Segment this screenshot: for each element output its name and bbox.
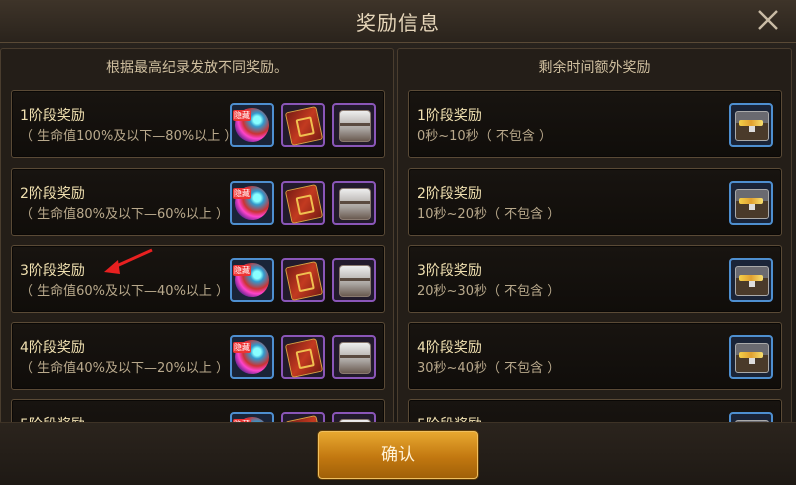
item-tag: 隐藏 <box>233 265 251 276</box>
row-time-range: 10秒~20秒（ 不包含 ） <box>417 207 561 222</box>
title-bar: 奖励信息 <box>0 0 796 43</box>
red-arrow-annotation <box>104 248 153 274</box>
row-time-range: 20秒~30秒（ 不包含 ） <box>417 284 561 299</box>
row-title: 4阶段奖励 <box>417 340 482 356</box>
row-title: 2阶段奖励 <box>20 186 85 202</box>
stage-reward-row: 3阶段奖励 （ 生命值60%及以下—40%以上 ） 隐藏 <box>11 245 385 313</box>
confirm-button[interactable]: 确认 <box>318 431 478 479</box>
row-title: 1阶段奖励 <box>20 108 85 124</box>
row-title: 3阶段奖励 <box>417 263 482 279</box>
item-tag: 隐藏 <box>233 188 251 199</box>
red-coffer-item-icon[interactable] <box>281 181 325 225</box>
time-bonus-row: 4阶段奖励 30秒~40秒（ 不包含 ） <box>408 322 782 390</box>
stage-reward-heading: 根据最高纪录发放不同奖励。 <box>106 60 288 76</box>
treasure-chest-item-icon[interactable] <box>729 335 773 379</box>
orb-item-icon[interactable]: 隐藏 <box>230 335 274 379</box>
time-bonus-row: 2阶段奖励 10秒~20秒（ 不包含 ） <box>408 168 782 236</box>
white-box-item-icon[interactable] <box>332 103 376 147</box>
white-box-item-icon[interactable] <box>332 181 376 225</box>
time-bonus-row: 1阶段奖励 0秒~10秒（ 不包含 ） <box>408 90 782 158</box>
time-bonus-heading: 剩余时间额外奖励 <box>538 60 651 76</box>
orb-item-icon[interactable]: 隐藏 <box>230 103 274 147</box>
stage-reward-row: 2阶段奖励 （ 生命值80%及以下—60%以上 ） 隐藏 <box>11 168 385 236</box>
red-coffer-item-icon[interactable] <box>281 103 325 147</box>
time-bonus-panel[interactable]: 剩余时间额外奖励 1阶段奖励 0秒~10秒（ 不包含 ） 2阶段奖励 10秒~2… <box>397 48 792 424</box>
row-title: 2阶段奖励 <box>417 186 482 202</box>
stage-reward-panel[interactable]: 根据最高纪录发放不同奖励。 1阶段奖励 （ 生命值100%及以下—80%以上 ）… <box>0 48 394 424</box>
orb-item-icon[interactable]: 隐藏 <box>230 258 274 302</box>
time-bonus-row: 3阶段奖励 20秒~30秒（ 不包含 ） <box>408 245 782 313</box>
orb-item-icon[interactable]: 隐藏 <box>230 181 274 225</box>
treasure-chest-item-icon[interactable] <box>729 181 773 225</box>
treasure-chest-item-icon[interactable] <box>729 258 773 302</box>
row-condition: （ 生命值60%及以下—40%以上 ） <box>20 284 230 299</box>
item-tag: 隐藏 <box>233 342 251 353</box>
item-tag: 隐藏 <box>233 110 251 121</box>
row-title: 4阶段奖励 <box>20 340 85 356</box>
red-coffer-item-icon[interactable] <box>281 335 325 379</box>
stage-reward-row: 5阶段奖励 隐藏 <box>11 399 385 423</box>
row-time-range: 30秒~40秒（ 不包含 ） <box>417 361 561 376</box>
row-time-range: 0秒~10秒（ 不包含 ） <box>417 129 552 144</box>
row-title: 3阶段奖励 <box>20 263 85 279</box>
row-condition: （ 生命值40%及以下—20%以上 ） <box>20 361 230 376</box>
close-icon[interactable] <box>754 6 782 34</box>
dialog-title: 奖励信息 <box>356 11 440 35</box>
row-condition: （ 生命值80%及以下—60%以上 ） <box>20 207 230 222</box>
reward-info-dialog: 奖励信息 根据最高纪录发放不同奖励。 1阶段奖励 （ 生命值100%及以下—80… <box>0 0 796 485</box>
stage-reward-row: 4阶段奖励 （ 生命值40%及以下—20%以上 ） 隐藏 <box>11 322 385 390</box>
treasure-chest-item-icon[interactable] <box>729 103 773 147</box>
time-bonus-row: 5阶段奖励 <box>408 399 782 423</box>
row-title: 1阶段奖励 <box>417 108 482 124</box>
row-condition: （ 生命值100%及以下—80%以上 ） <box>20 129 238 144</box>
stage-reward-row: 1阶段奖励 （ 生命值100%及以下—80%以上 ） 隐藏 <box>11 90 385 158</box>
red-coffer-item-icon[interactable] <box>281 258 325 302</box>
white-box-item-icon[interactable] <box>332 258 376 302</box>
white-box-item-icon[interactable] <box>332 335 376 379</box>
